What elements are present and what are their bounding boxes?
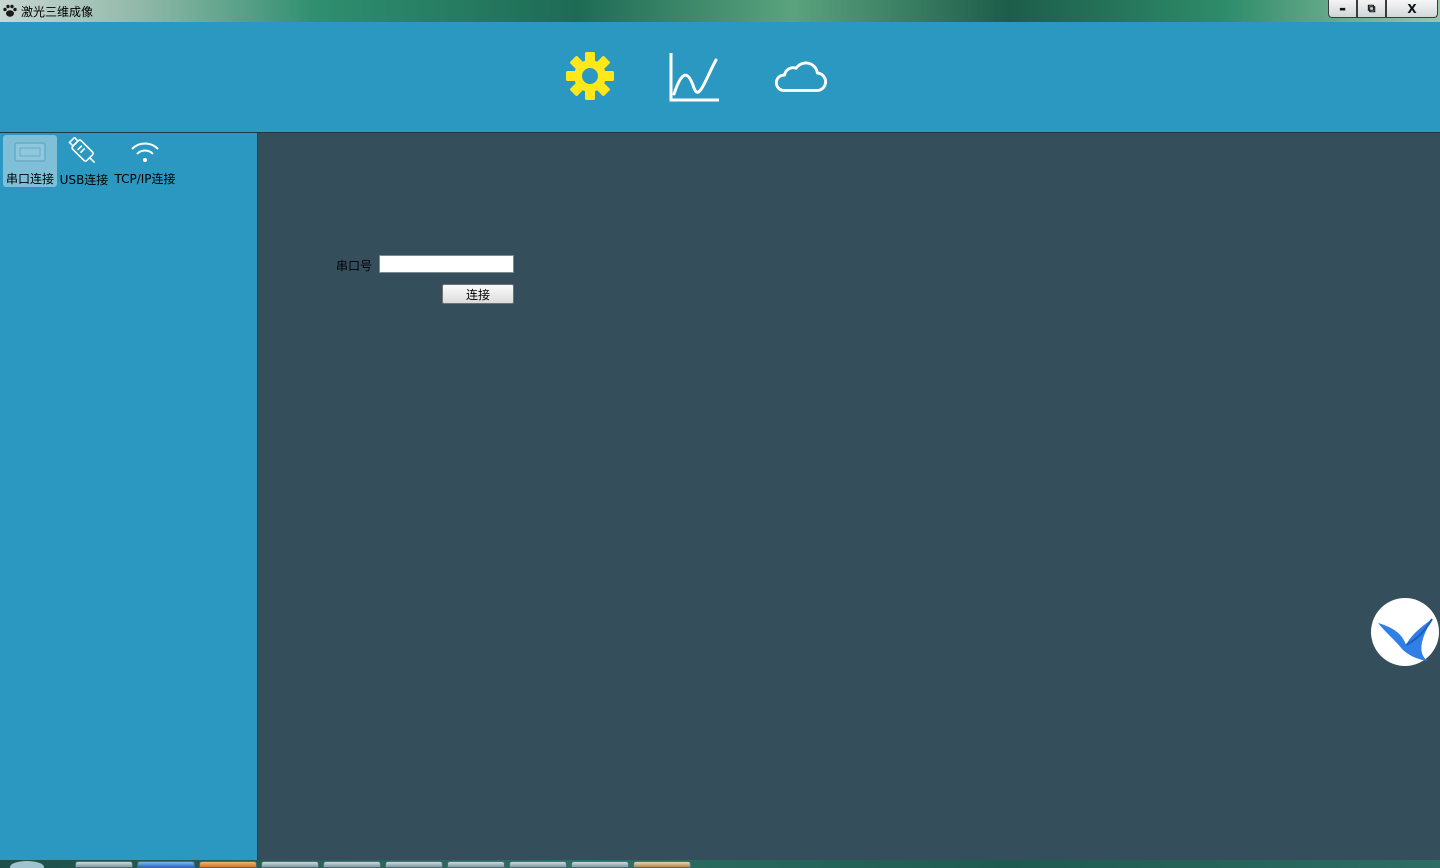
window-title: 激光三维成像 bbox=[21, 5, 94, 19]
floating-assistant-widget[interactable] bbox=[1370, 597, 1440, 667]
app-icon bbox=[3, 4, 17, 17]
taskbar-app-button[interactable] bbox=[323, 861, 381, 868]
serial-port-icon bbox=[14, 141, 46, 162]
chart-tab[interactable] bbox=[666, 48, 722, 104]
sidebar-item-usb[interactable]: USB连接 bbox=[59, 135, 109, 187]
restore-icon: ⧉ bbox=[1367, 1, 1376, 15]
window-title-bar[interactable]: 激光三维成像 ▬ ⧉ X bbox=[0, 0, 1440, 22]
taskbar-app-button[interactable] bbox=[385, 861, 443, 868]
window-controls: ▬ ⧉ X bbox=[1328, 0, 1438, 18]
taskbar-app-button[interactable] bbox=[509, 861, 567, 868]
sidebar-item-label: USB连接 bbox=[59, 173, 109, 187]
taskbar-app-button[interactable] bbox=[571, 861, 629, 868]
start-button[interactable] bbox=[10, 861, 44, 868]
cloud-icon bbox=[774, 61, 828, 92]
line-chart-icon bbox=[669, 53, 719, 102]
wifi-icon bbox=[131, 142, 159, 162]
settings-tab[interactable] bbox=[562, 48, 618, 104]
sidebar-item-serial[interactable]: 串口连接 bbox=[3, 135, 57, 187]
taskbar-app-button[interactable] bbox=[137, 861, 195, 868]
sidebar-item-label: 串口连接 bbox=[5, 172, 54, 186]
sidebar-item-tcpip[interactable]: TCP/IP连接 bbox=[112, 135, 178, 187]
minimize-button[interactable]: ▬ bbox=[1328, 0, 1357, 18]
sidebar-item-label: TCP/IP连接 bbox=[114, 172, 176, 186]
usb-icon bbox=[68, 137, 96, 164]
connection-sidebar: 串口连接 USB连接 TCP/IP连接 bbox=[0, 133, 258, 860]
taskbar-app-button[interactable] bbox=[199, 861, 257, 868]
connect-button[interactable]: 连接 bbox=[442, 284, 514, 304]
cloud-tab[interactable] bbox=[772, 48, 828, 104]
close-icon: X bbox=[1407, 1, 1417, 16]
restore-button[interactable]: ⧉ bbox=[1357, 0, 1386, 18]
main-panel: 串口号 连接 bbox=[258, 133, 1440, 860]
gear-icon bbox=[566, 52, 614, 100]
top-toolbar bbox=[0, 22, 1440, 133]
taskbar-app-button[interactable] bbox=[447, 861, 505, 868]
taskbar-app-button[interactable] bbox=[75, 861, 133, 868]
os-taskbar bbox=[0, 860, 1440, 868]
taskbar-app-button[interactable] bbox=[633, 861, 691, 868]
bird-icon bbox=[1371, 598, 1439, 666]
taskbar-app-button[interactable] bbox=[261, 861, 319, 868]
port-label: 串口号 bbox=[336, 259, 373, 273]
close-button[interactable]: X bbox=[1386, 0, 1438, 18]
port-input[interactable] bbox=[379, 255, 514, 273]
minimize-icon: ▬ bbox=[1339, 4, 1346, 13]
